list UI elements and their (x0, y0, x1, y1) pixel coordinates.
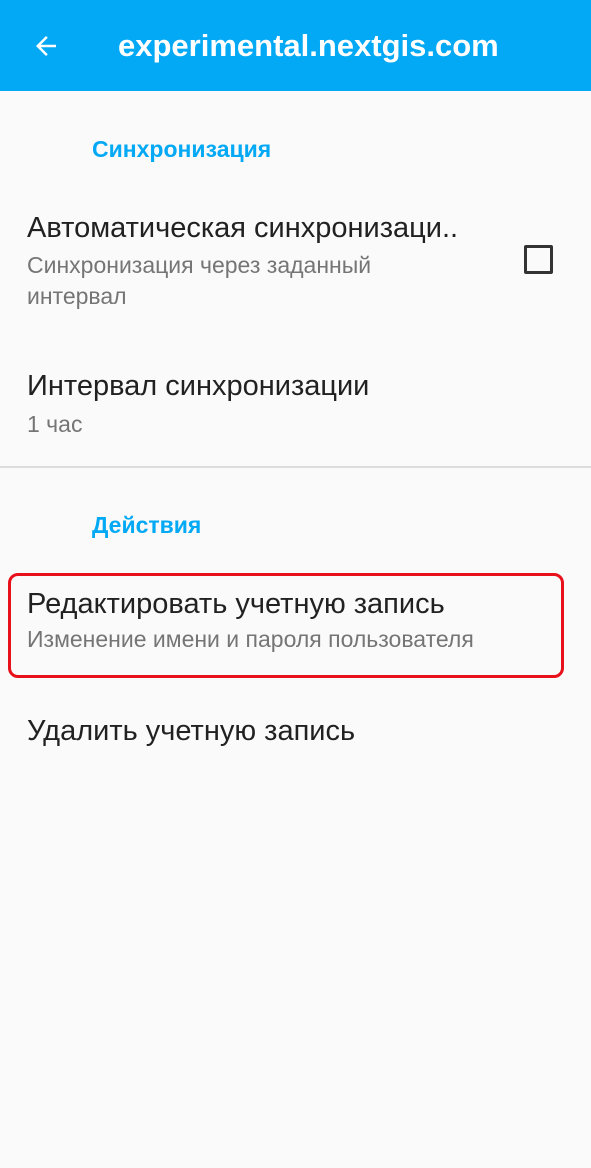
section-divider (0, 466, 591, 468)
section-header-sync: Синхронизация (92, 136, 272, 162)
sync-interval-summary: 1 час (27, 411, 83, 437)
auto-sync-title: Автоматическая синхронизаци.. (27, 212, 459, 244)
delete-account-preference[interactable]: Удалить учетную запись (0, 690, 591, 775)
back-button[interactable] (18, 22, 74, 70)
edit-account-preference[interactable]: Редактировать учетную запись Изменение и… (0, 573, 591, 678)
page-title: experimental.nextgis.com (118, 28, 499, 63)
app-bar: experimental.nextgis.com (0, 0, 591, 91)
edit-account-summary: Изменение имени и пароля пользователя (27, 626, 474, 652)
sync-interval-preference[interactable]: Интервал синхронизации 1 час (0, 352, 591, 452)
auto-sync-summary: Синхронизация через заданный интервал (27, 252, 372, 309)
section-header-actions: Действия (92, 512, 202, 538)
edit-account-title: Редактировать учетную запись (27, 588, 445, 620)
sync-interval-title: Интервал синхронизации (27, 370, 370, 402)
auto-sync-preference[interactable]: Автоматическая синхронизаци.. Синхрониза… (0, 190, 591, 330)
arrow-back-icon (31, 31, 61, 61)
auto-sync-checkbox[interactable] (524, 245, 553, 274)
delete-account-title: Удалить учетную запись (27, 715, 356, 747)
